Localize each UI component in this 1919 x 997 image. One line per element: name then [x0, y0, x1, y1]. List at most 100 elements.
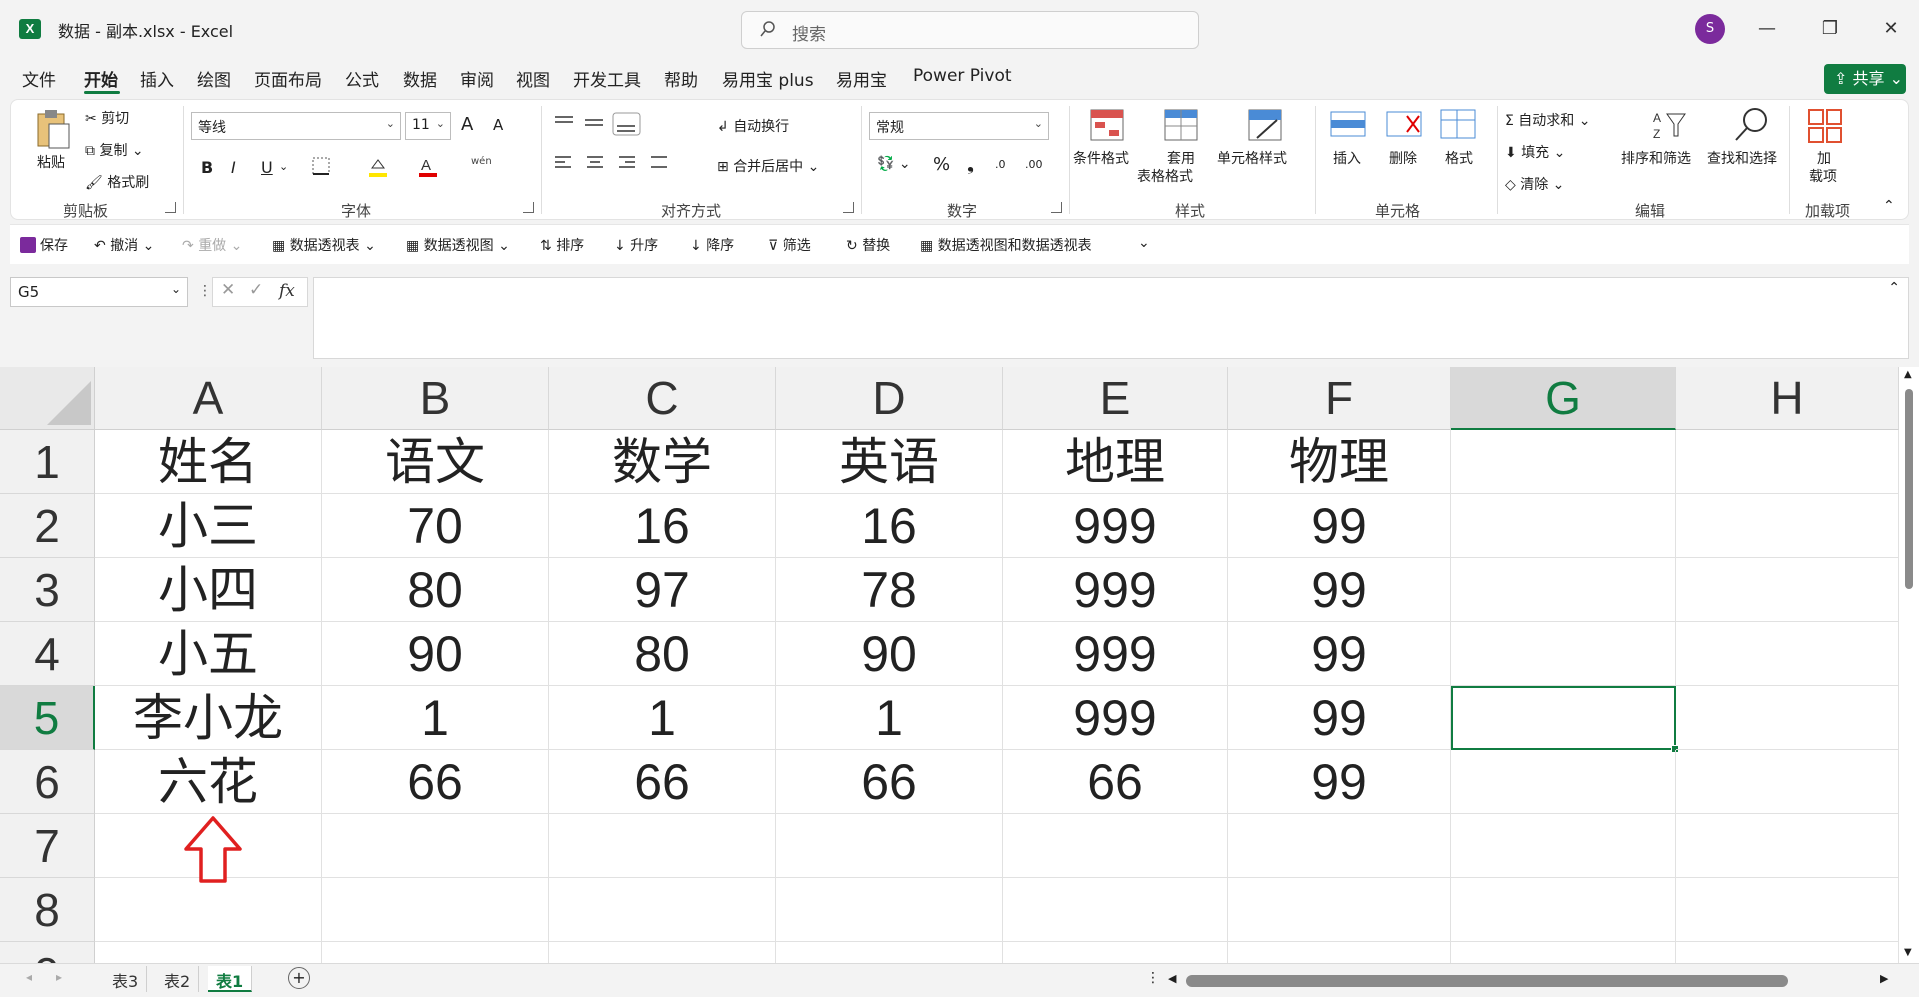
bold-button[interactable]: B — [201, 158, 213, 177]
cell-d2[interactable]: 16 — [776, 494, 1003, 558]
cell-h6[interactable] — [1676, 750, 1899, 814]
collapse-ribbon-icon[interactable]: ⌃ — [1883, 198, 1895, 214]
cell-h1[interactable] — [1676, 430, 1899, 494]
row-header-2[interactable]: 2 — [0, 494, 95, 558]
copy-button[interactable]: ⧉ 复制 ⌄ — [85, 140, 144, 160]
cell-c3[interactable]: 97 — [549, 558, 776, 622]
more-options-icon[interactable]: ⋮ — [1146, 970, 1160, 986]
underline-button[interactable]: U — [261, 158, 273, 177]
grow-font-button[interactable]: A — [461, 114, 473, 135]
cancel-icon[interactable]: ✕ — [221, 280, 235, 300]
format-as-table-line1[interactable]: 套用 — [1167, 148, 1195, 168]
cell-h7[interactable] — [1676, 814, 1899, 878]
accounting-format-button[interactable]: 💱 ⌄ — [877, 156, 911, 172]
cell-f4[interactable]: 99 — [1228, 622, 1451, 686]
horizontal-align-icons[interactable] — [551, 152, 681, 174]
autosum-button[interactable]: Σ 自动求和 ⌄ — [1505, 110, 1590, 130]
paste-icon[interactable] — [35, 108, 71, 150]
qat-sort[interactable]: ⇅ 排序 — [540, 235, 584, 255]
cell-c5[interactable]: 1 — [549, 686, 776, 750]
format-as-table-icon[interactable] — [1163, 108, 1199, 142]
cell-g2[interactable] — [1451, 494, 1676, 558]
cell-b3[interactable]: 80 — [322, 558, 549, 622]
cell-h3[interactable] — [1676, 558, 1899, 622]
vertical-scrollbar[interactable]: ▲ ▼ — [1899, 367, 1919, 963]
delete-cells-icon[interactable] — [1385, 108, 1423, 140]
scroll-left-icon[interactable]: ◀ — [1168, 972, 1176, 985]
menu-home[interactable]: 开始 — [84, 66, 118, 91]
add-sheet-button[interactable]: + — [288, 967, 310, 989]
menu-yiyongbao-plus[interactable]: 易用宝 plus — [722, 66, 814, 91]
collapse-formula-bar-icon[interactable]: ⌃ — [1888, 280, 1900, 296]
select-all-button[interactable] — [0, 367, 95, 430]
cell-b5[interactable]: 1 — [322, 686, 549, 750]
next-sheet-icon[interactable]: ▸ — [56, 970, 62, 984]
cell-g5[interactable] — [1451, 686, 1676, 750]
cell-e5[interactable]: 999 — [1003, 686, 1228, 750]
cell-f8[interactable] — [1228, 878, 1451, 942]
cell-d4[interactable]: 90 — [776, 622, 1003, 686]
column-header-b[interactable]: B — [322, 367, 549, 430]
prev-sheet-icon[interactable]: ◂ — [26, 970, 32, 984]
cell-d3[interactable]: 78 — [776, 558, 1003, 622]
cell-e3[interactable]: 999 — [1003, 558, 1228, 622]
sort-filter-icon[interactable]: AZ — [1651, 108, 1687, 142]
column-header-f[interactable]: F — [1228, 367, 1451, 430]
menu-data[interactable]: 数据 — [403, 66, 437, 91]
menu-review[interactable]: 审阅 — [460, 66, 494, 91]
phonetic-button[interactable]: wén — [471, 156, 492, 167]
cell-b6[interactable]: 66 — [322, 750, 549, 814]
cell-c2[interactable]: 16 — [549, 494, 776, 558]
enter-icon[interactable]: ✓ — [249, 280, 263, 300]
cell-e2[interactable]: 999 — [1003, 494, 1228, 558]
cell-b4[interactable]: 90 — [322, 622, 549, 686]
menu-page-layout[interactable]: 页面布局 — [254, 66, 322, 91]
column-header-g[interactable]: G — [1451, 367, 1676, 430]
cell-f9[interactable] — [1228, 942, 1451, 963]
cell-g7[interactable] — [1451, 814, 1676, 878]
conditional-format-button[interactable]: 条件格式 — [1073, 148, 1129, 168]
cell-e7[interactable] — [1003, 814, 1228, 878]
cell-e1[interactable]: 地理 — [1003, 430, 1228, 494]
border-icon[interactable] — [311, 156, 331, 176]
menu-yiyongbao[interactable]: 易用宝 — [836, 66, 887, 91]
conditional-format-icon[interactable] — [1089, 108, 1125, 142]
find-select-button[interactable]: 查找和选择 — [1707, 148, 1777, 168]
cell-h9[interactable] — [1676, 942, 1899, 963]
cell-d9[interactable] — [776, 942, 1003, 963]
clipboard-launcher-icon[interactable] — [165, 202, 176, 213]
cell-d7[interactable] — [776, 814, 1003, 878]
font-size-select[interactable]: 11 ⌄ — [405, 112, 451, 140]
cell-b1[interactable]: 语文 — [322, 430, 549, 494]
share-button[interactable]: ⇪ 共享 ⌄ — [1824, 64, 1906, 94]
cell-d1[interactable]: 英语 — [776, 430, 1003, 494]
cell-c9[interactable] — [549, 942, 776, 963]
cell-a8[interactable] — [95, 878, 322, 942]
increase-decimal-button[interactable]: .0 — [995, 158, 1006, 171]
row-header-7[interactable]: 7 — [0, 814, 95, 878]
qat-sort-descending[interactable]: ↓ 降序 — [690, 235, 734, 255]
row-header-1[interactable]: 1 — [0, 430, 95, 494]
clear-button[interactable]: ◇ 清除 ⌄ — [1505, 174, 1564, 194]
row-header-5[interactable]: 5 — [0, 686, 95, 750]
cell-d5[interactable]: 1 — [776, 686, 1003, 750]
wrap-text-button[interactable]: ↲ 自动换行 — [717, 116, 789, 136]
column-header-d[interactable]: D — [776, 367, 1003, 430]
search-input[interactable]: 搜索 — [741, 11, 1199, 49]
cell-a4[interactable]: 小五 — [95, 622, 322, 686]
font-name-select[interactable]: 等线 ⌄ — [191, 112, 401, 140]
worksheet-grid[interactable]: A B C D E F G H 1 姓名 语文 数学 英语 地理 物理 2 小三 70 16 16 999 99 3 小四 80… — [0, 367, 1919, 963]
menu-insert[interactable]: 插入 — [140, 66, 174, 91]
cell-c1[interactable]: 数学 — [549, 430, 776, 494]
fill-color-icon[interactable] — [367, 156, 389, 178]
cell-a6[interactable]: 六花 — [95, 750, 322, 814]
vertical-scroll-thumb[interactable] — [1905, 389, 1913, 589]
qat-replace[interactable]: ↻ 替换 — [846, 235, 890, 255]
vertical-align-icons[interactable] — [551, 112, 651, 136]
menu-view[interactable]: 视图 — [516, 66, 550, 91]
row-header-9[interactable]: 9 — [0, 942, 95, 963]
horizontal-scroll-thumb[interactable] — [1186, 975, 1788, 987]
cell-g8[interactable] — [1451, 878, 1676, 942]
format-painter-button[interactable]: 🖌 格式刷 — [85, 172, 149, 192]
addins-button-line2[interactable]: 载项 — [1809, 166, 1837, 186]
